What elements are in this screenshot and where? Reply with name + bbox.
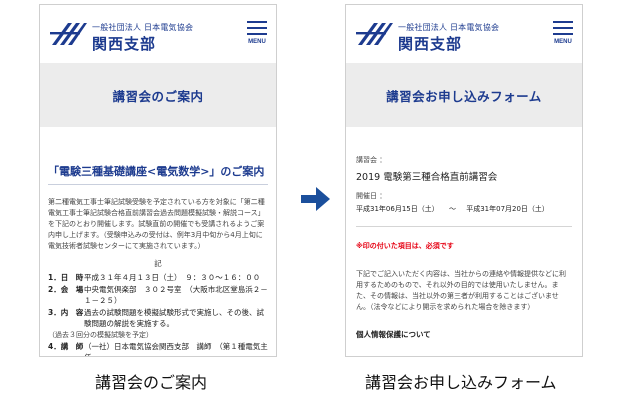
detail-value: 平成３１年４月１３日（土） ９：３０～１６：００ [84,273,261,282]
menu-label: MENU [248,39,266,45]
content-sub-note: （過去３回分の模擬試験を予定） [48,330,153,339]
page-title: 講習会お申し込みフォーム [386,88,542,104]
org-name-branch: 関西支部 [398,35,463,53]
menu-button[interactable]: MENU [246,21,268,51]
page-title-banner: 講習会お申し込みフォーム [346,63,582,127]
date-label: 開催日 ： [356,192,387,200]
detail-key: 2．会 場 [48,284,84,294]
section-title: 「電験三種基礎講座<電気数学>」のご案内 [48,165,265,178]
section-divider [48,184,268,185]
record-mark: 記 [154,259,162,268]
detail-value: （一社）日本電気協会関西支部 講師 （第１種電気主任 [84,341,268,357]
jea-logo-icon[interactable] [354,19,394,49]
date-from: 平成31年06月15日（土） [356,205,439,213]
privacy-heading: 個人情報保護について [356,330,431,339]
hamburger-icon [553,21,573,23]
detail-value: 中央電気倶楽部 ３０２号室 （大阪市北区堂島浜２－１－２５） [84,284,268,306]
form-divider [356,226,572,227]
application-form: 講習会 ： 2019 電験第三種合格直前講習会 開催日 ： 平成31年06月15… [346,155,582,340]
detail-row-lecturer: 4．講 師 （一社）日本電気協会関西支部 講師 （第１種電気主任 [48,341,268,357]
detail-row-content: 3．内 容 過去の試験問題を模擬試験形式で実施し、その後、試験問題の解説を実施す… [48,307,268,330]
detail-key: 1．日 時 [48,273,84,282]
course-details: 1．日 時 平成３１年４月１３日（土） ９：３０～１６：００ 2．会 場 中央電… [48,272,268,357]
site-header: 一般社団法人 日本電気協会 関西支部 MENU [346,5,582,63]
detail-key: 4．講 師 [48,341,84,351]
detail-value: 過去の試験問題を模擬試験形式で実施し、その後、試験問題の解説を実施する。 [84,307,264,329]
hamburger-icon [247,21,267,23]
org-name-small: 一般社団法人 日本電気協会 [398,23,500,32]
privacy-notice: 下記でご記入いただく内容は、当社からの連絡や情報提供などに利用するためのもので、… [356,270,566,311]
detail-row-venue: 2．会 場 中央電気倶楽部 ３０２号室 （大阪市北区堂島浜２－１－２５） [48,284,268,307]
left-screen: 一般社団法人 日本電気協会 関西支部 MENU 講習会のご案内 「電験三種基礎講… [39,4,277,357]
date-separator: ～ [448,205,456,213]
date-to: 平成31年07月20日（土） [466,205,549,213]
page-title: 講習会のご案内 [112,88,204,104]
jea-logo-icon[interactable] [48,19,88,49]
site-header: 一般社団法人 日本電気協会 関西支部 MENU [40,5,276,63]
caption-right: 講習会お申し込みフォーム [365,373,557,392]
date-range: 平成31年06月15日（土） ～ 平成31年07月20日（土） [356,204,572,214]
course-value: 2019 電験第三種合格直前講習会 [356,172,498,183]
page-title-banner: 講習会のご案内 [40,63,276,127]
required-note: ※印の付いた項目は、必須です [356,242,454,250]
caption-left: 講習会のご案内 [95,373,208,392]
org-name-branch: 関西支部 [92,35,157,53]
intro-text: 第二種電気工事士筆記試験受験を予定されている方を対象に「第二種電気工事士筆記試験… [48,198,265,250]
right-screen: 一般社団法人 日本電気協会 関西支部 MENU 講習会お申し込みフォーム 講習会… [345,4,583,357]
course-label: 講習会 ： [356,156,387,164]
arrow-right-icon [301,187,330,211]
course-content: 「電験三種基礎講座<電気数学>」のご案内 第二種電気工事士筆記試験受験を予定され… [40,163,276,357]
org-name-small: 一般社団法人 日本電気協会 [92,23,194,32]
menu-label: MENU [554,39,572,45]
detail-row-date: 1．日 時 平成３１年４月１３日（土） ９：３０～１６：００ [48,272,268,284]
menu-button[interactable]: MENU [552,21,574,51]
detail-key: 3．内 容 [48,307,84,317]
